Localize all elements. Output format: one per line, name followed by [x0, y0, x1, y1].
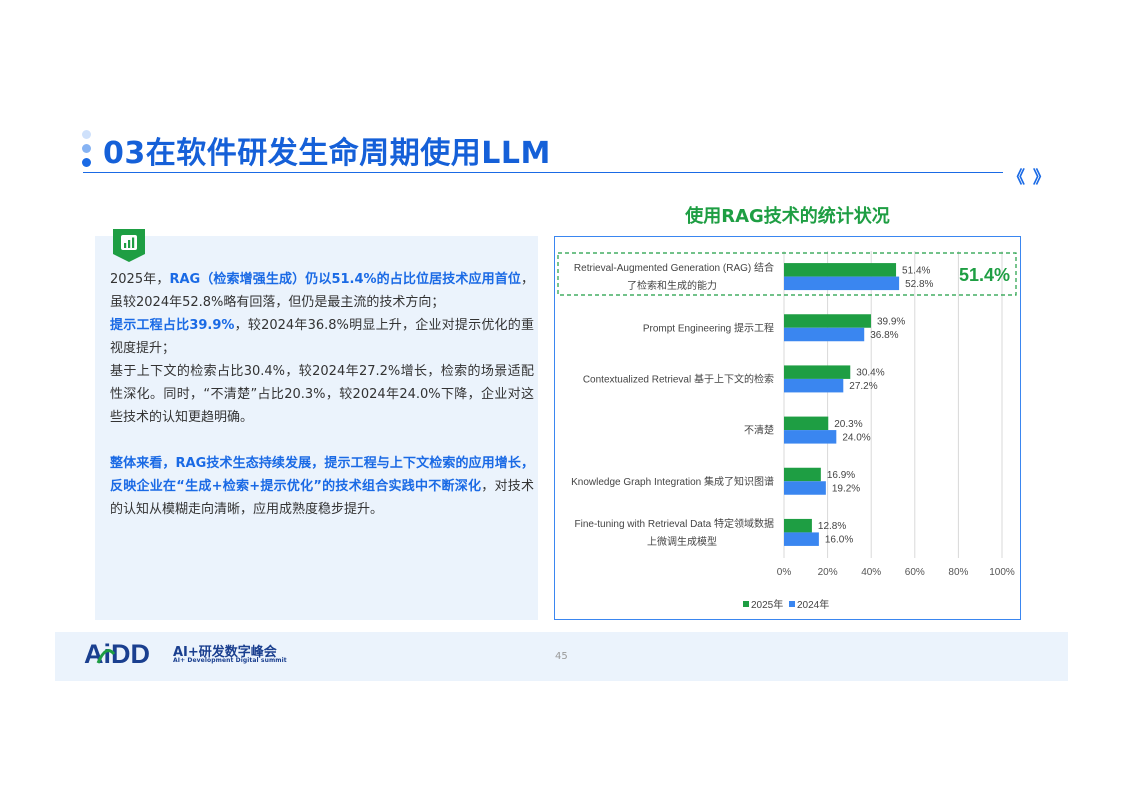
aidd-logo: AiDD	[84, 640, 150, 668]
data-label: 16.9%	[827, 470, 855, 481]
x-tick-label: 0%	[777, 567, 792, 578]
footer: AiDD AI+研发数字峰会 AI+ Development Digital s…	[55, 632, 1068, 681]
data-label: 39.9%	[877, 317, 905, 328]
title-decoration-dots	[82, 130, 92, 168]
summary-text: 2025年，RAG（检索增强生成）仍以51.4%的占比位居技术应用首位，虽较20…	[110, 268, 534, 521]
category-label: Contextualized Retrieval 基于上下文的检索	[583, 372, 774, 385]
data-label: 19.2%	[832, 484, 860, 495]
category-label: Retrieval-Augmented Generation (RAG) 结合	[574, 261, 774, 274]
legend-label: 2024年	[797, 598, 829, 611]
category-label: 不清楚	[744, 424, 774, 437]
page-title: 03在软件研发生命周期使用LLM	[103, 136, 551, 171]
legend-swatch	[743, 601, 749, 607]
nav-chevrons-icon[interactable]: 《 》	[1008, 163, 1051, 188]
category-label: Knowledge Graph Integration 集成了知识图谱	[571, 475, 774, 488]
bar	[784, 467, 821, 482]
bar	[784, 481, 826, 495]
paragraph-context: 基于上下文的检索占比30.4%，较2024年27.2%增长，检索的场景适配性深化…	[110, 364, 534, 425]
paragraph-summary: 整体来看，RAG技术生态持续发展，提示工程与上下文检索的应用增长，反映企业在“生…	[110, 456, 534, 517]
data-label: 36.8%	[870, 330, 898, 341]
paragraph-rag: 2025年，RAG（检索增强生成）仍以51.4%的占比位居技术应用首位，虽较20…	[110, 272, 534, 310]
logo-subtitle: AI+ Development Digital summit	[173, 657, 287, 664]
title-divider	[83, 172, 1003, 173]
x-tick-label: 20%	[818, 567, 838, 578]
bar	[784, 378, 844, 393]
legend-label: 2025年	[751, 598, 783, 611]
legend-swatch	[789, 601, 795, 607]
bar	[784, 430, 837, 444]
category-label: Prompt Engineering 提示工程	[643, 322, 774, 334]
bar	[784, 263, 897, 277]
x-tick-label: 40%	[861, 567, 881, 578]
chart-title: 使用RAG技术的统计状况	[685, 206, 890, 227]
bar	[784, 416, 829, 431]
data-label: 16.0%	[825, 535, 853, 546]
data-label: 20.3%	[834, 419, 862, 430]
chart-panel: 0% 20% 40% 60% 80% 100% 51.4% Retrieval-Augment…	[554, 236, 1021, 620]
data-label: 30.4%	[856, 368, 884, 379]
bar	[784, 314, 871, 328]
data-label: 12.8%	[818, 521, 846, 532]
category-label: 了检索和生成的能力	[627, 279, 717, 292]
category-label: Fine-tuning with Retrieval Data 特定领域数据	[574, 517, 774, 530]
data-label: 52.8%	[905, 279, 933, 290]
highlight-label: 51.4%	[959, 265, 1010, 285]
bar	[784, 327, 865, 342]
bar	[784, 276, 900, 291]
x-tick-label: 80%	[948, 567, 968, 578]
x-tick-label: 100%	[989, 567, 1015, 578]
bar-chart-badge-icon	[113, 229, 145, 262]
x-tick-label: 60%	[905, 567, 925, 578]
bar	[784, 532, 819, 546]
data-label: 24.0%	[842, 432, 870, 443]
logo-text: AiDD	[84, 640, 150, 668]
category-label: 上微调生成模型	[647, 535, 717, 548]
page-number: 45	[555, 651, 568, 662]
rag-bar-chart: 0% 20% 40% 60% 80% 100% 51.4% Retrieval-Augment…	[557, 251, 1017, 611]
data-label: 27.2%	[849, 381, 877, 392]
data-label: 51.4%	[902, 265, 930, 276]
bar	[784, 365, 851, 379]
paragraph-prompt: 提示工程占比39.9%，较2024年36.8%明显上升，企业对提示优化的重视度提…	[110, 318, 534, 356]
bar	[784, 518, 812, 533]
